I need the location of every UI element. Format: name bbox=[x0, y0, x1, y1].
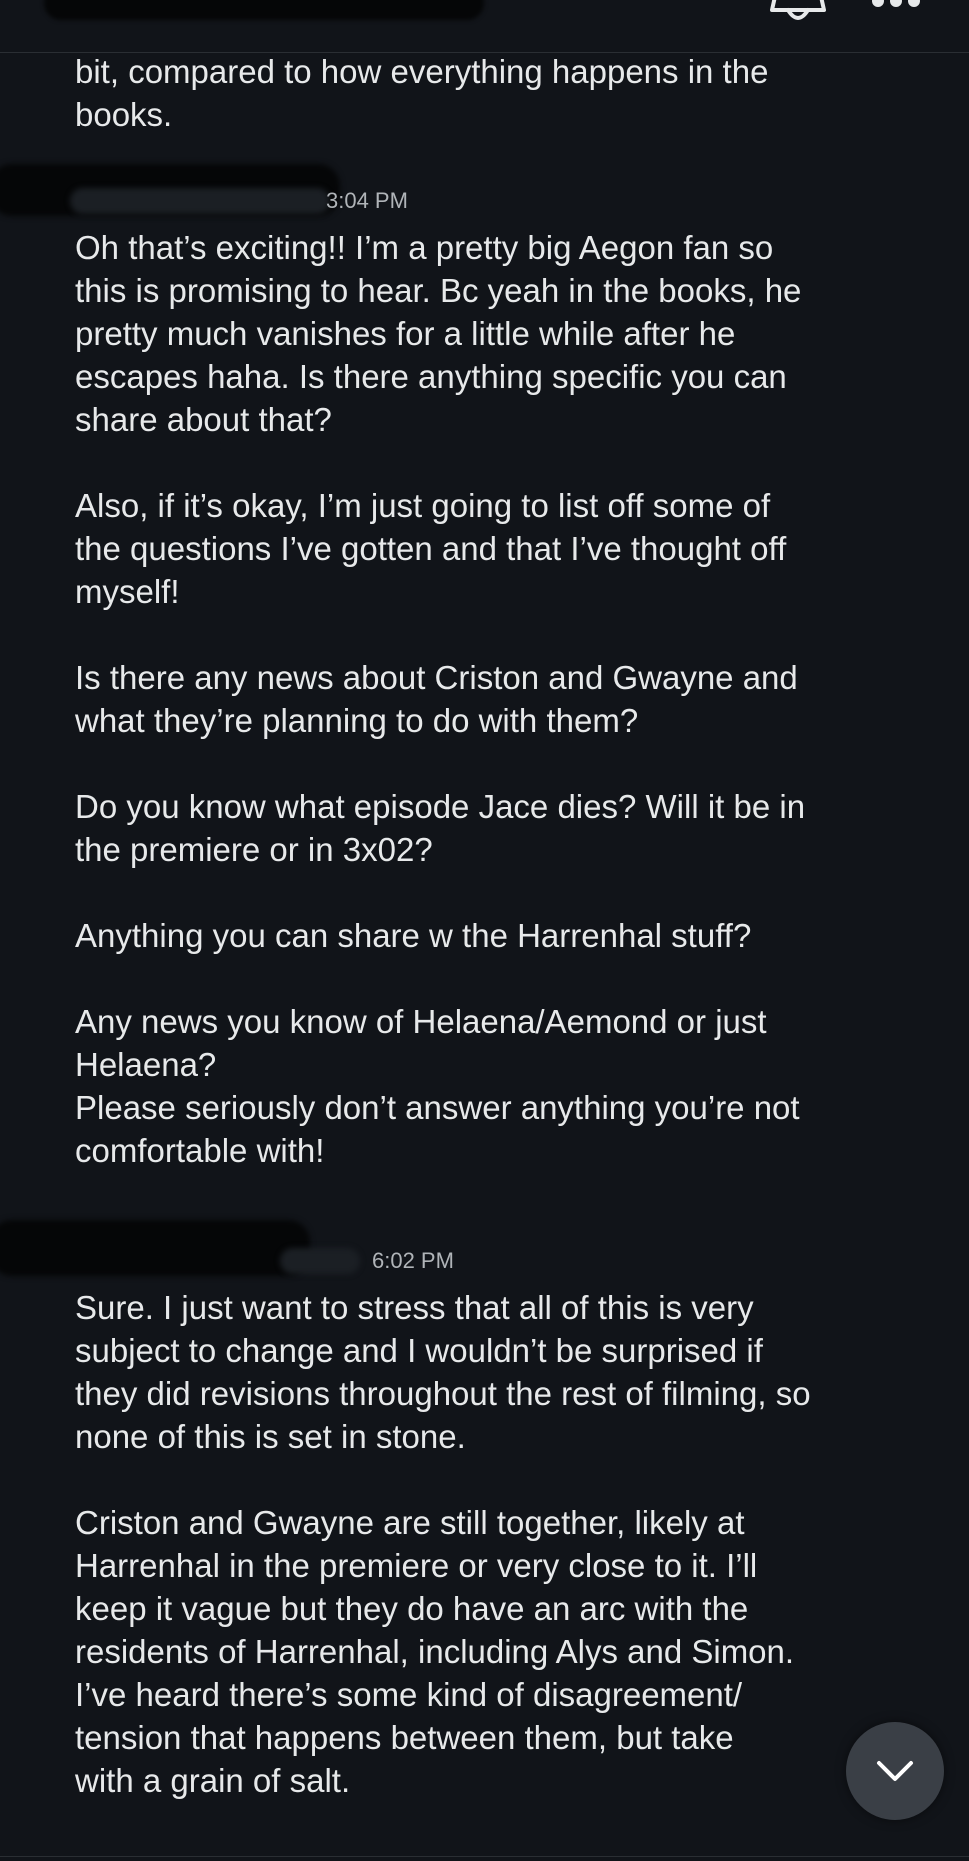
message-meta: 3:04 PM bbox=[0, 164, 969, 222]
scroll-to-bottom-button[interactable] bbox=[846, 1722, 944, 1820]
message-timestamp: 3:04 PM bbox=[326, 188, 408, 213]
message-text: Sure. I just want to stress that all of … bbox=[75, 1289, 811, 1799]
message-meta: 6:02 PM bbox=[0, 1220, 969, 1282]
top-bar bbox=[0, 0, 969, 53]
redacted-sender-name bbox=[0, 1220, 310, 1276]
redacted-header-name bbox=[44, 0, 484, 20]
chevron-down-icon bbox=[877, 1761, 913, 1781]
redacted-sender-handle bbox=[280, 1248, 360, 1274]
message-text: Oh that’s exciting!! I’m a pretty big Ae… bbox=[75, 229, 806, 1169]
message-timestamp: 6:02 PM bbox=[372, 1248, 454, 1273]
more-options-icon[interactable] bbox=[868, 0, 924, 10]
bottom-divider bbox=[0, 1856, 969, 1857]
redacted-sender-handle bbox=[70, 188, 330, 214]
bell-icon[interactable] bbox=[768, 0, 828, 24]
message-text: bit, compared to how everything happens … bbox=[75, 53, 769, 133]
